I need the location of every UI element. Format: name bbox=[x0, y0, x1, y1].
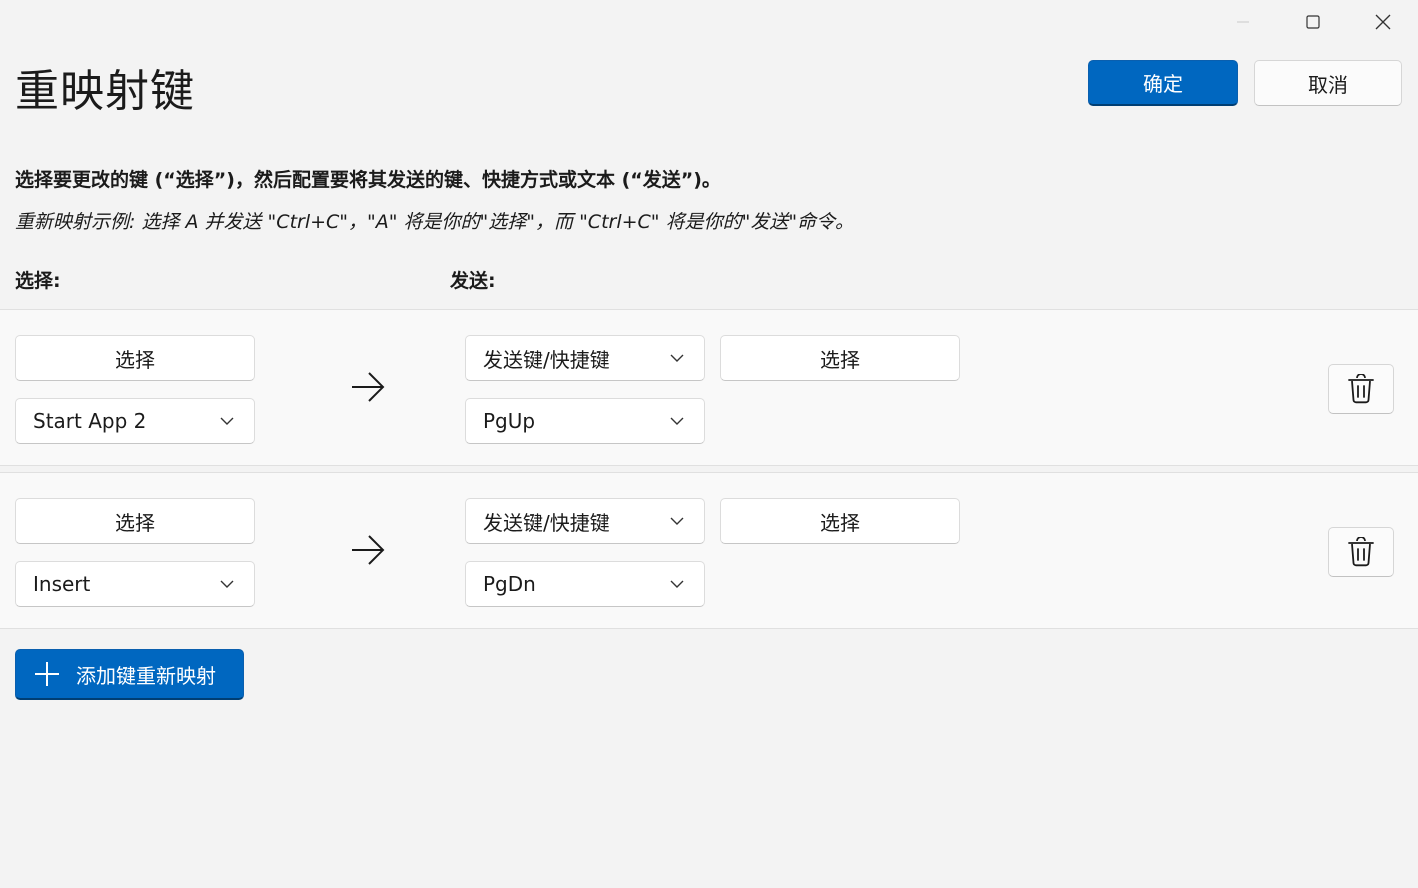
chevron-down-icon bbox=[670, 517, 684, 525]
remap-keys-window: 重映射键 确定 取消 选择要更改的键 (“选择”)，然后配置要将其发送的键、快捷… bbox=[0, 0, 1418, 888]
select-key-button[interactable]: 选择 bbox=[15, 335, 255, 381]
send-key-value: PgDn bbox=[483, 572, 536, 596]
original-key-dropdown[interactable]: Start App 2 bbox=[15, 398, 255, 444]
delete-row-button[interactable] bbox=[1328, 527, 1394, 577]
send-type-value: 发送键/快捷键 bbox=[483, 510, 610, 535]
add-key-remapping-button[interactable]: 添加键重新映射 bbox=[15, 649, 244, 700]
delete-row-button[interactable] bbox=[1328, 364, 1394, 414]
original-key-value: Insert bbox=[33, 572, 91, 596]
select-send-key-button[interactable]: 选择 bbox=[720, 498, 960, 544]
arrow-right-icon bbox=[352, 372, 385, 402]
trash-icon bbox=[1348, 374, 1374, 404]
send-type-dropdown[interactable]: 发送键/快捷键 bbox=[465, 335, 705, 381]
minimize-button[interactable] bbox=[1208, 0, 1278, 44]
send-key-dropdown[interactable]: PgUp bbox=[465, 398, 705, 444]
select-send-key-button[interactable]: 选择 bbox=[720, 335, 960, 381]
example-text: 重新映射示例: 选择 A 并发送 "Ctrl+C"，"A" 将是你的"选择"，而… bbox=[15, 211, 855, 233]
close-button[interactable] bbox=[1348, 0, 1418, 44]
maximize-icon bbox=[1306, 15, 1320, 29]
chevron-down-icon bbox=[670, 580, 684, 588]
send-column-header: 发送: bbox=[450, 270, 496, 292]
title-bar-controls bbox=[1208, 0, 1418, 44]
send-key-dropdown[interactable]: PgDn bbox=[465, 561, 705, 607]
cancel-button[interactable]: 取消 bbox=[1254, 60, 1402, 106]
remap-row: 选择 Insert 发送键/快捷键 选择 PgDn bbox=[0, 472, 1418, 629]
chevron-down-icon bbox=[670, 354, 684, 362]
add-key-remapping-label: 添加键重新映射 bbox=[76, 663, 216, 688]
maximize-button[interactable] bbox=[1278, 0, 1348, 44]
select-column-header: 选择: bbox=[15, 270, 61, 292]
plus-icon bbox=[34, 661, 60, 687]
page-title: 重映射键 bbox=[15, 66, 195, 117]
send-type-value: 发送键/快捷键 bbox=[483, 347, 610, 372]
original-key-value: Start App 2 bbox=[33, 409, 147, 433]
send-key-value: PgUp bbox=[483, 409, 536, 433]
trash-icon bbox=[1348, 537, 1374, 567]
remap-row: 选择 Start App 2 发送键/快捷键 选择 PgUp bbox=[0, 309, 1418, 466]
original-key-dropdown[interactable]: Insert bbox=[15, 561, 255, 607]
close-icon bbox=[1375, 14, 1391, 30]
arrow-right-icon bbox=[352, 535, 385, 565]
ok-button[interactable]: 确定 bbox=[1088, 60, 1238, 106]
chevron-down-icon bbox=[220, 417, 234, 425]
chevron-down-icon bbox=[670, 417, 684, 425]
instruction-text: 选择要更改的键 (“选择”)，然后配置要将其发送的键、快捷方式或文本 (“发送”… bbox=[15, 169, 721, 191]
send-type-dropdown[interactable]: 发送键/快捷键 bbox=[465, 498, 705, 544]
select-key-button[interactable]: 选择 bbox=[15, 498, 255, 544]
chevron-down-icon bbox=[220, 580, 234, 588]
minimize-icon bbox=[1237, 21, 1249, 23]
